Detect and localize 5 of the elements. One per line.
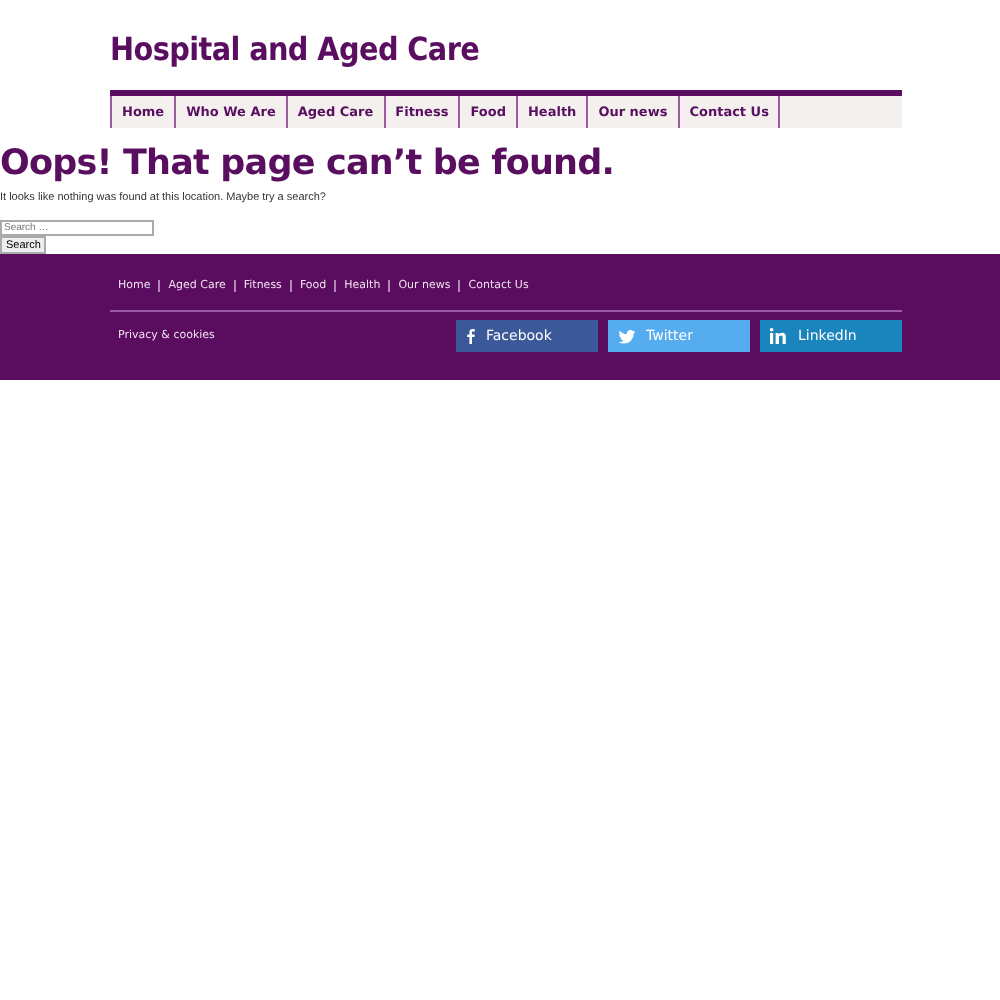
facebook-icon: [466, 328, 476, 344]
site-title[interactable]: Hospital and Aged Care: [110, 0, 902, 90]
page-heading: Oops! That page can’t be found.: [0, 144, 616, 184]
linkedin-icon: [770, 328, 788, 344]
bird-icon: [618, 329, 636, 343]
